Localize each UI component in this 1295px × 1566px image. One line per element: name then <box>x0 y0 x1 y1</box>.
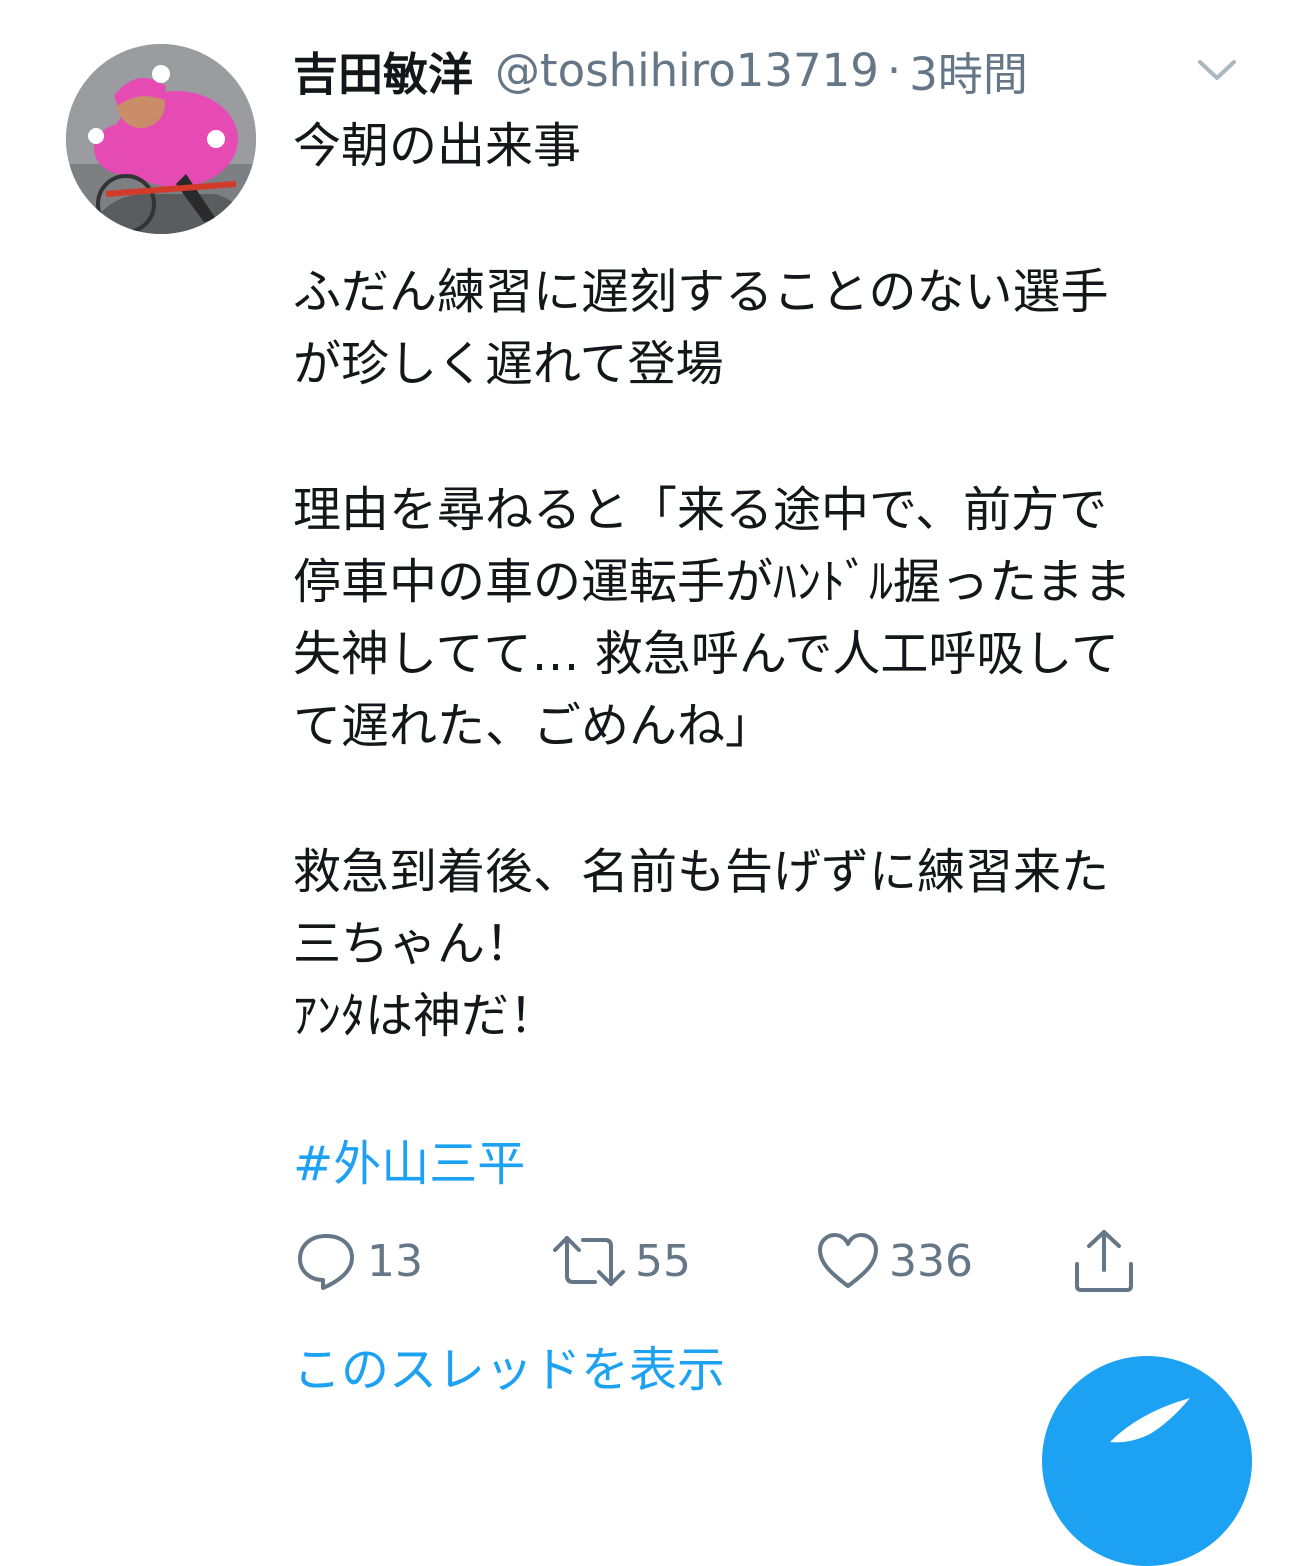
tweet-line: 停車中の車の運転手がﾊﾝﾄﾞﾙ握ったまま <box>293 554 1132 610</box>
tweet-line: ふだん練習に遅刻することのない選手 <box>293 264 1109 320</box>
author-display-name[interactable]: 吉田敏洋 <box>293 38 473 103</box>
reply-icon <box>298 1234 354 1290</box>
share-button[interactable] <box>1071 1224 1137 1298</box>
avatar-image <box>66 44 256 234</box>
retweet-icon <box>553 1236 625 1286</box>
author-handle[interactable]: @toshihiro13719 <box>495 44 879 97</box>
share-icon <box>1075 1230 1133 1292</box>
tweet-header: 吉田敏洋 @toshihiro13719 · 3時間 <box>293 38 1028 102</box>
reply-button[interactable]: 13 <box>293 1224 423 1298</box>
header-separator: · <box>886 43 902 97</box>
hashtag-link[interactable]: #外山三平 <box>293 1128 525 1200</box>
compose-tweet-button[interactable] <box>1042 1356 1252 1566</box>
tweet-line: が珍しく遅れて登場 <box>293 336 724 392</box>
compose-tweet-icon <box>1110 1398 1190 1443</box>
like-count: 336 <box>889 1235 973 1287</box>
tweet-line: て遅れた、ごめんね」 <box>293 698 774 754</box>
heart-icon <box>818 1233 878 1288</box>
tweet-line: 三ちゃん！ <box>293 916 534 972</box>
retweet-count: 55 <box>635 1235 691 1287</box>
avatar[interactable] <box>66 44 256 234</box>
tweet-line: 今朝の出来事 <box>293 118 582 174</box>
tweet-line: 救急到着後、名前も告げずに練習来た <box>293 844 1110 900</box>
like-button[interactable]: 336 <box>815 1224 973 1298</box>
tweet-line: 失神してて… 救急呼んで人工呼吸して <box>293 626 1119 682</box>
tweet-timestamp[interactable]: 3時間 <box>909 38 1028 103</box>
tweet-actions: 13 55 336 <box>293 1224 1193 1298</box>
show-thread-link[interactable]: このスレッドを表示 <box>293 1334 725 1406</box>
tweet-line: ｱﾝﾀは神だ！ <box>293 988 558 1044</box>
reply-count: 13 <box>367 1235 423 1287</box>
retweet-button[interactable]: 55 <box>551 1224 691 1298</box>
tweet-text: 今朝の出来事 ふだん練習に遅刻することのない選手 が珍しく遅れて登場 理由を尋ね… <box>293 110 1253 1052</box>
chevron-down-icon[interactable] <box>1192 50 1242 90</box>
tweet-line: 理由を尋ねると「来る途中で、前方で <box>293 482 1108 538</box>
